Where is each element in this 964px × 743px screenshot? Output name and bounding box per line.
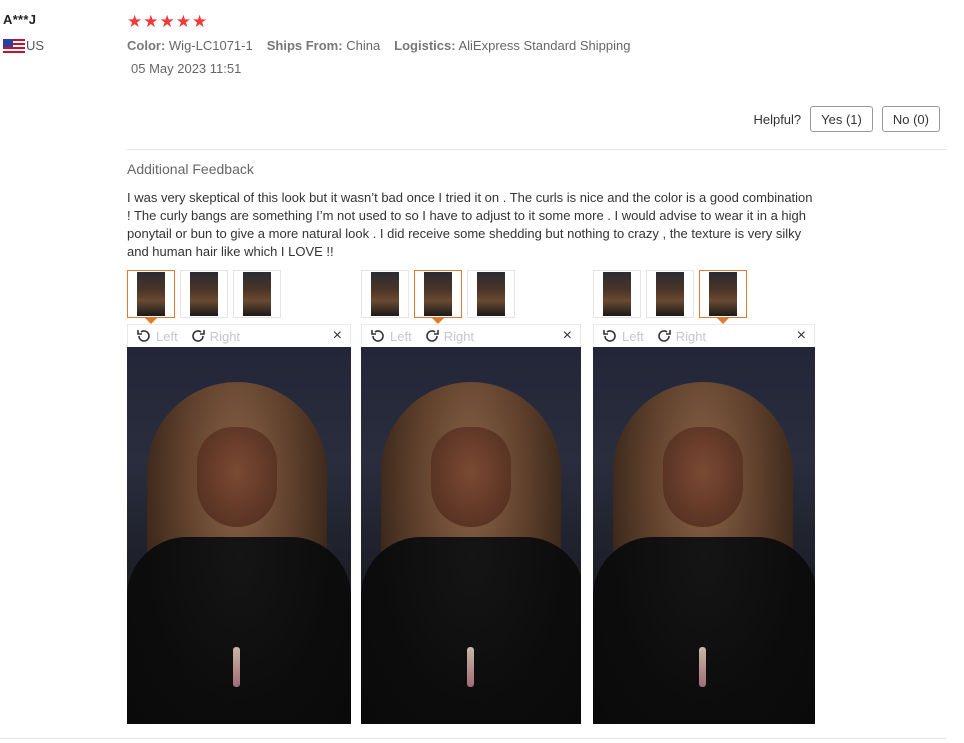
review-bottom-divider — [0, 738, 946, 739]
review-photo[interactable] — [127, 347, 351, 724]
close-icon[interactable]: × — [333, 327, 342, 345]
rotate-left-icon — [603, 330, 616, 342]
rotate-left-icon — [371, 330, 384, 342]
thumbnail-image[interactable] — [233, 270, 281, 318]
reviewer-info: A***J US — [3, 12, 44, 53]
photo-gallery-2: Left Right × — [361, 270, 581, 724]
section-divider — [127, 149, 947, 150]
reviewer-country: US — [3, 38, 44, 53]
rotate-right-label: Right — [209, 328, 241, 344]
thumbnail-image[interactable] — [593, 270, 641, 318]
thumbnail-image[interactable] — [414, 270, 462, 324]
close-icon[interactable]: × — [563, 327, 572, 345]
logistics-label: Logistics: — [394, 38, 456, 53]
thumbnail-image[interactable] — [699, 270, 747, 324]
additional-feedback-text: I was very skeptical of this look but it… — [127, 190, 813, 259]
thumbnail-image[interactable] — [361, 270, 409, 318]
logistics-value: AliExpress Standard Shipping — [458, 38, 631, 53]
thumbnail-image[interactable] — [646, 270, 694, 318]
ships-value: China — [346, 38, 381, 53]
color-value: Wig-LC1071-1 — [168, 38, 253, 53]
helpful-yes-button[interactable]: Yes (1) — [810, 106, 873, 132]
rotate-left-button[interactable]: Left — [602, 328, 644, 344]
rotate-left-button[interactable]: Left — [370, 328, 412, 344]
review-photo[interactable] — [593, 347, 815, 724]
rotate-right-button[interactable]: Right — [424, 328, 474, 344]
image-viewer-toolbar: Left Right × — [127, 324, 351, 347]
rotate-right-icon — [657, 330, 671, 342]
photo-gallery-3: Left Right × — [593, 270, 815, 724]
rotate-left-label: Left — [390, 328, 412, 344]
thumbnail-image[interactable] — [127, 270, 175, 324]
rotate-right-icon — [425, 330, 439, 342]
close-icon[interactable]: × — [797, 327, 806, 345]
image-viewer-toolbar: Left Right × — [361, 324, 581, 347]
rotate-left-label: Left — [156, 328, 178, 344]
review-photo[interactable] — [361, 347, 581, 724]
thumbnail-strip — [361, 270, 581, 324]
review-meta: Color: Wig-LC1071-1 Ships From: China Lo… — [127, 38, 947, 53]
review-main: ★★★★★ Color: Wig-LC1071-1 Ships From: Ch… — [127, 12, 947, 724]
us-flag-icon — [3, 38, 25, 53]
review-date: 05 May 2023 11:51 — [131, 61, 242, 76]
rotate-right-button[interactable]: Right — [190, 328, 240, 344]
rotate-left-button[interactable]: Left — [136, 328, 178, 344]
helpful-no-button[interactable]: No (0) — [881, 106, 940, 132]
thumbnail-image[interactable] — [467, 270, 515, 318]
rotate-left-icon — [137, 330, 150, 342]
rotate-right-label: Right — [675, 328, 707, 344]
rotate-left-label: Left — [622, 328, 644, 344]
photo-gallery-1: Left Right × — [127, 270, 351, 724]
helpful-votes: Helpful? Yes (1) No (0) — [753, 106, 940, 132]
image-viewer-toolbar: Left Right × — [593, 324, 815, 347]
reviewer-name: A***J — [3, 12, 37, 27]
thumbnail-image[interactable] — [180, 270, 228, 318]
ships-label: Ships From: — [266, 38, 343, 53]
thumbnail-strip — [593, 270, 815, 324]
color-label: Color: — [127, 38, 166, 53]
rotate-right-icon — [191, 330, 205, 342]
rating-stars: ★★★★★ — [127, 12, 209, 31]
rotate-right-label: Right — [443, 328, 475, 344]
thumbnail-strip — [127, 270, 351, 324]
additional-feedback-title: Additional Feedback — [127, 161, 254, 177]
helpful-label: Helpful? — [753, 111, 802, 127]
country-code: US — [26, 38, 45, 53]
rotate-right-button[interactable]: Right — [656, 328, 706, 344]
